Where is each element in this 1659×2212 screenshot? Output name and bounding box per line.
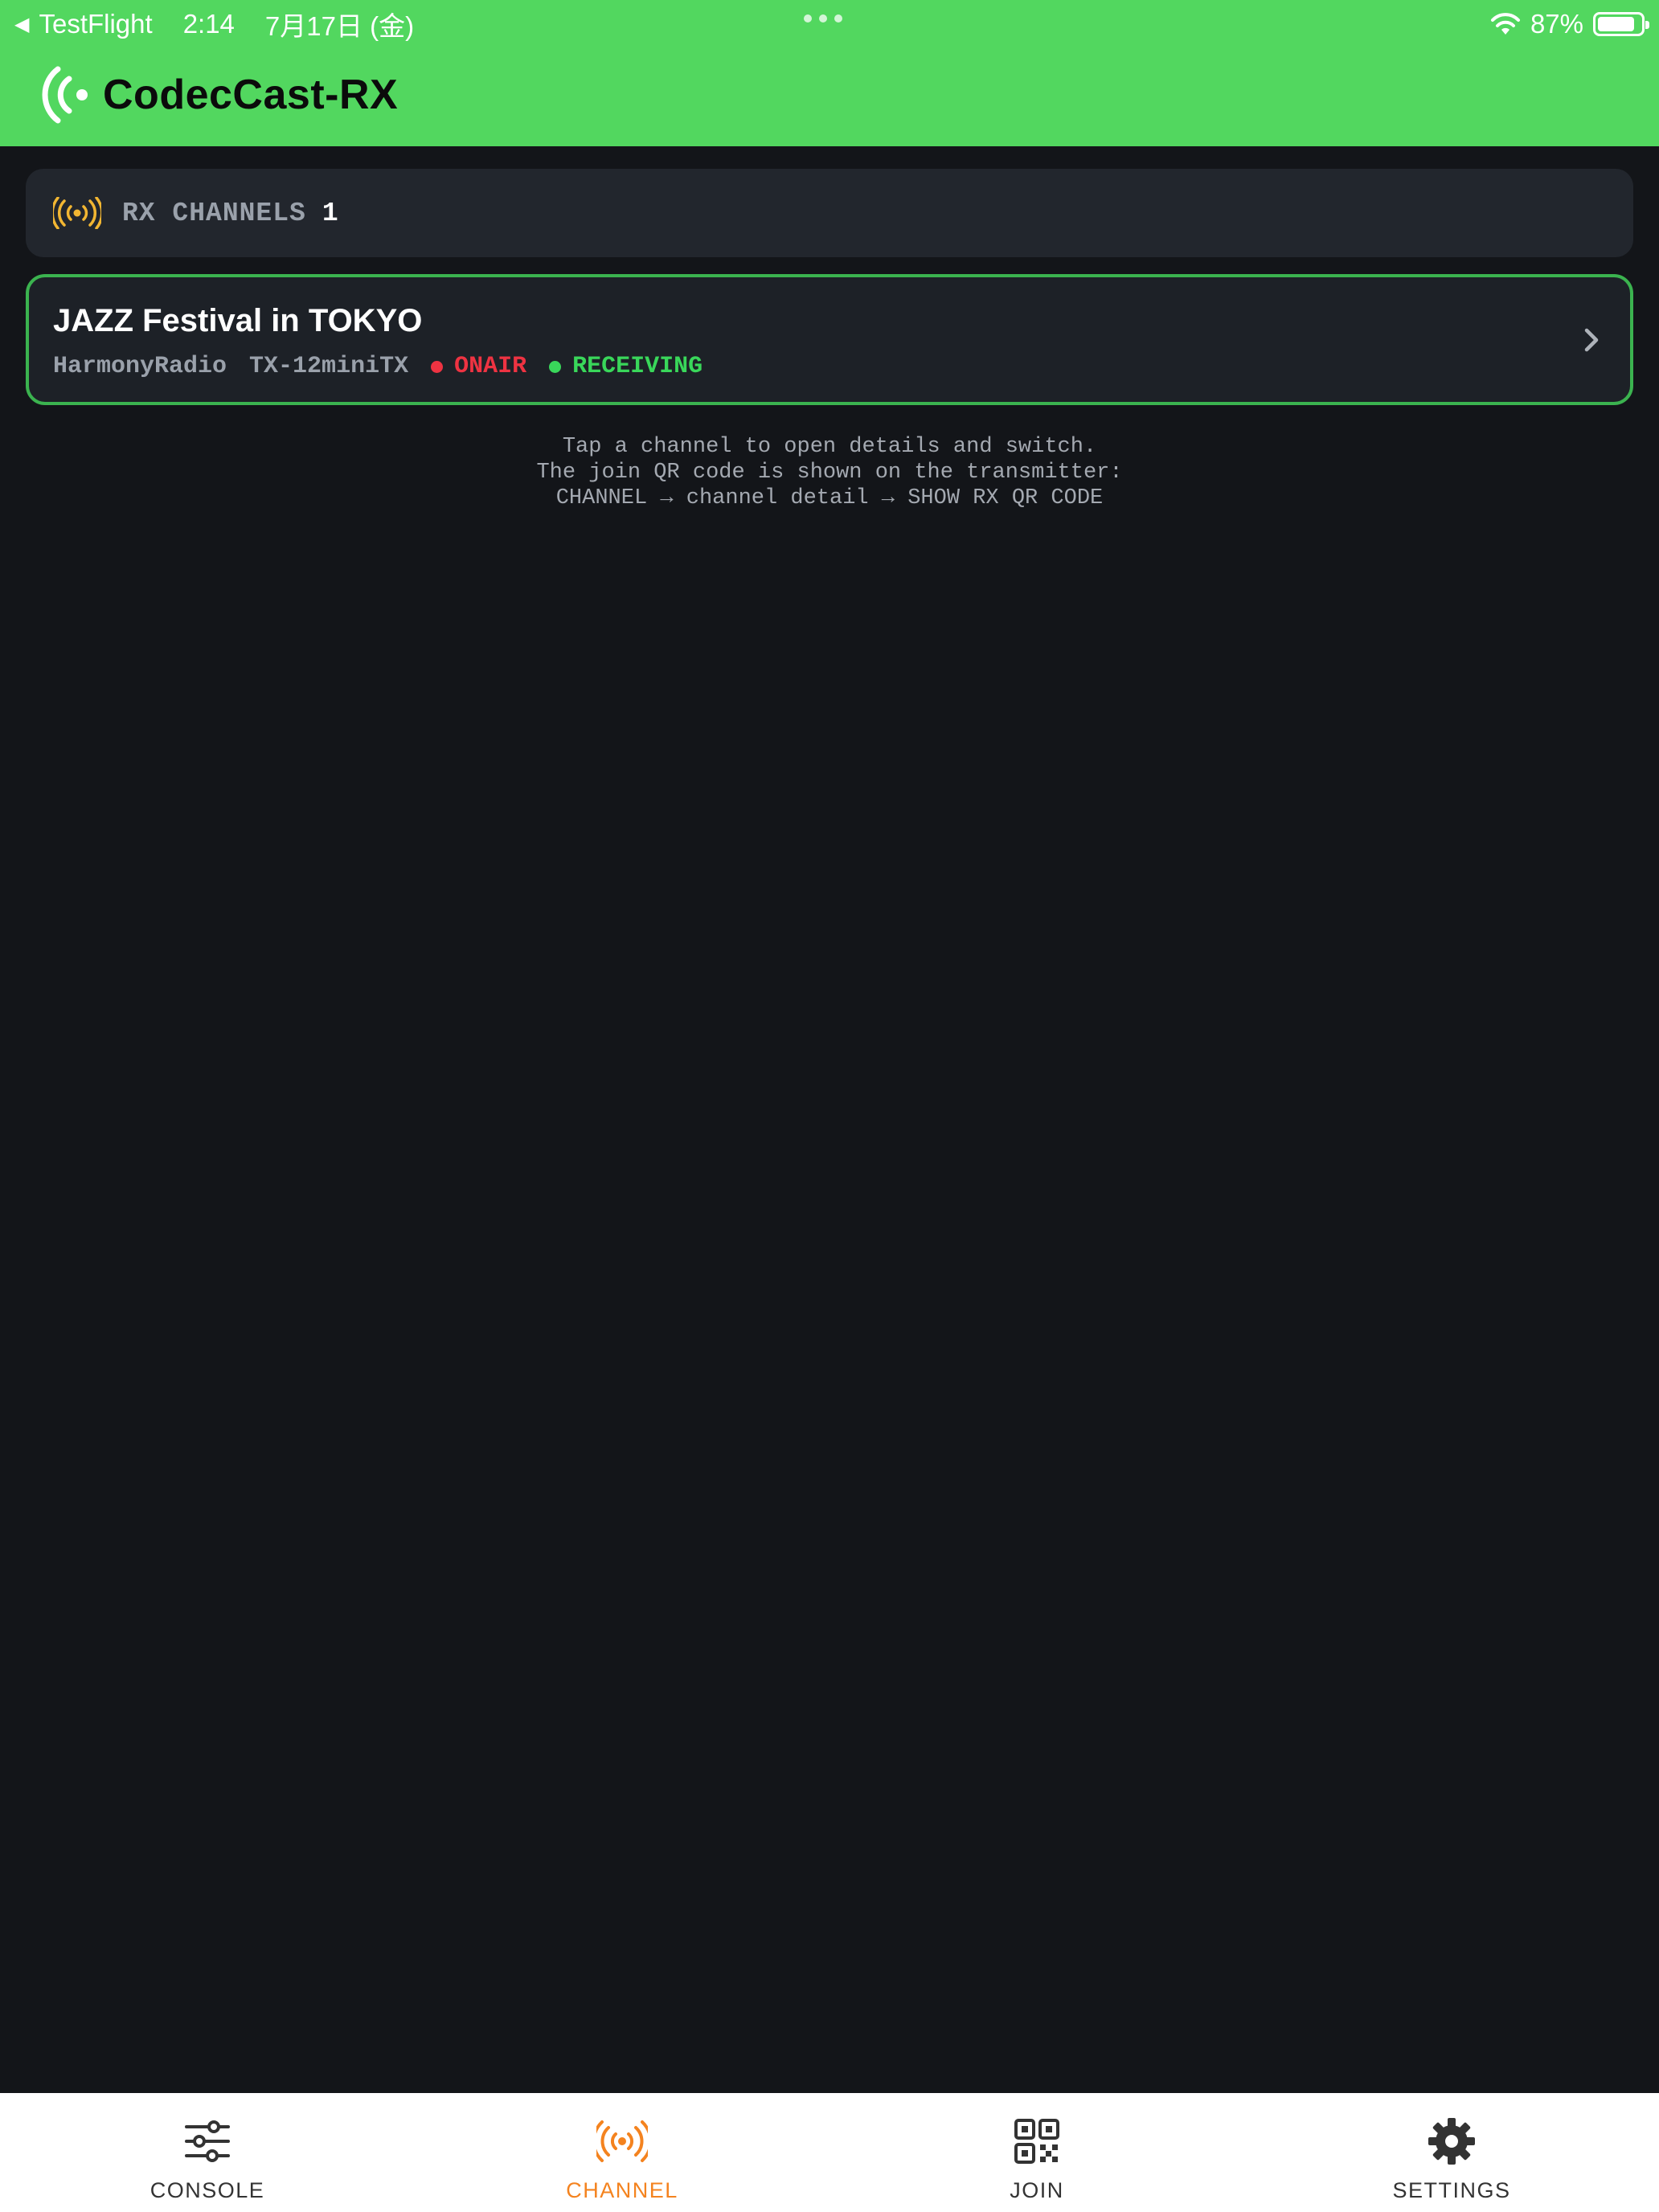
tab-console[interactable]: CONSOLE bbox=[0, 2093, 415, 2212]
channel-transmitter: TX-12miniTX bbox=[249, 353, 409, 380]
multitasking-dots-icon[interactable] bbox=[804, 14, 842, 23]
receiving-dot-icon bbox=[549, 360, 562, 373]
app-logo-icon bbox=[42, 66, 88, 124]
hint-line-1: Tap a channel to open details and switch… bbox=[562, 435, 1097, 459]
chevron-right-icon[interactable] bbox=[1575, 324, 1608, 356]
tab-channel-label: CHANNEL bbox=[566, 2178, 678, 2202]
tab-channel[interactable]: CHANNEL bbox=[415, 2093, 830, 2212]
battery-icon bbox=[1593, 12, 1649, 36]
broadcast-icon bbox=[53, 197, 101, 229]
channel-hint: Tap a channel to open details and switch… bbox=[0, 434, 1659, 511]
channel-card[interactable]: JAZZ Festival in TOKYO HarmonyRadio TX-1… bbox=[26, 274, 1633, 405]
qr-code-icon bbox=[1014, 2119, 1059, 2164]
broadcast-icon bbox=[596, 2120, 648, 2162]
sliders-icon bbox=[185, 2120, 230, 2162]
gear-icon bbox=[1428, 2118, 1475, 2165]
channel-name: JAZZ Festival in TOKYO bbox=[53, 303, 423, 338]
status-bar-left: ◀ TestFlight 2:14 7月17日 (金) bbox=[14, 6, 414, 42]
app-bar: CodecCast-RX bbox=[40, 56, 398, 133]
tab-join-label: JOIN bbox=[1010, 2178, 1064, 2202]
status-date: 7月17日 (金) bbox=[264, 11, 415, 41]
tab-join[interactable]: JOIN bbox=[830, 2093, 1244, 2212]
tab-settings[interactable]: SETTINGS bbox=[1244, 2093, 1659, 2212]
back-arrow-icon[interactable]: ◀ bbox=[14, 13, 29, 36]
tab-settings-label: SETTINGS bbox=[1392, 2178, 1511, 2202]
tab-console-label: CONSOLE bbox=[150, 2178, 265, 2202]
rx-channels-header: RX CHANNELS 1 bbox=[26, 169, 1633, 257]
back-app-label[interactable]: TestFlight bbox=[39, 9, 152, 39]
status-time: 2:14 bbox=[182, 9, 235, 39]
channel-meta: HarmonyRadio TX-12miniTX ONAIR RECEIVING bbox=[53, 353, 703, 380]
hint-line-3: CHANNEL → channel detail → SHOW RX QR CO… bbox=[555, 486, 1104, 510]
onair-dot-icon bbox=[431, 360, 444, 373]
app-title: CodecCast-RX bbox=[103, 72, 399, 118]
receiving-badge: RECEIVING bbox=[572, 353, 703, 380]
top-header: ◀ TestFlight 2:14 7月17日 (金) 87% CodecCas… bbox=[0, 0, 1659, 146]
status-bar-right: 87% bbox=[1490, 6, 1649, 42]
onair-badge: ONAIR bbox=[454, 353, 527, 380]
rx-channels-count: 1 bbox=[322, 198, 338, 228]
wifi-icon bbox=[1490, 13, 1520, 35]
hint-line-2: The join QR code is shown on the transmi… bbox=[536, 461, 1123, 485]
tab-bar: CONSOLE CHANNEL JOIN SETTINGS bbox=[0, 2093, 1659, 2212]
rx-channels-label: RX CHANNELS bbox=[122, 198, 306, 228]
channel-station: HarmonyRadio bbox=[53, 353, 227, 380]
battery-percent: 87% bbox=[1530, 9, 1583, 39]
